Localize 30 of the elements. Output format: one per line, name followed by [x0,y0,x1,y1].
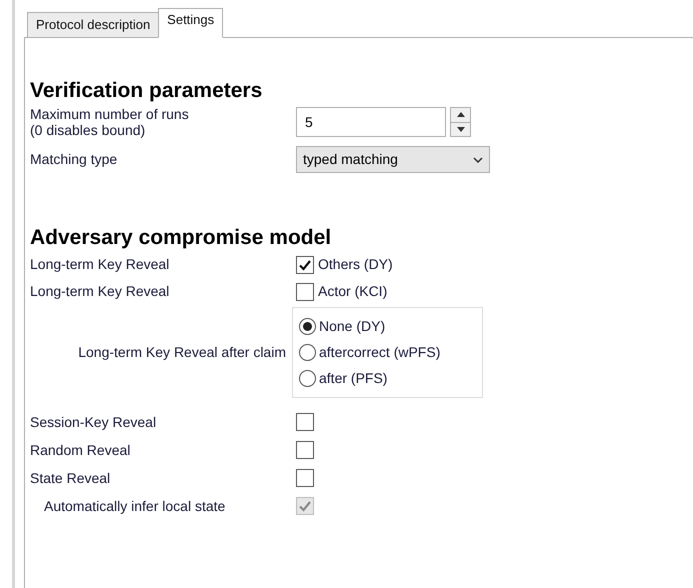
checkbox[interactable] [296,282,314,300]
field-label: Automatically infer local state [43,496,226,516]
radio-option[interactable]: None (DY) [299,316,476,337]
section-heading: Adversary compromise model [30,225,332,251]
field-label: Session-Key Reveal [30,412,158,432]
number-field[interactable]: 5 [296,107,446,137]
radio-button[interactable] [299,318,316,335]
field-label: Maximum number of runs (0 disables bound) [30,106,190,138]
field-label: Random Reveal [30,440,132,460]
field-label: Long-term Key Reveal after claim [77,343,287,362]
checkbox-option[interactable]: Others (DY) [296,254,393,275]
section-heading: Verification parameters [30,78,264,104]
checkbox[interactable] [296,469,314,487]
tab[interactable]: Settings [158,8,224,38]
checkbox-option[interactable]: Actor (KCI) [296,281,388,302]
radio-button[interactable] [299,344,316,361]
field-label: Long-term Key Reveal [30,255,170,274]
field-label: State Reveal [30,468,112,488]
radio-button[interactable] [299,370,316,387]
checkbox[interactable] [296,413,314,431]
radio-option[interactable]: after (PFS) [299,368,476,389]
field-label: Matching type [30,150,118,169]
chevron-down-icon [473,156,483,162]
radio-option[interactable]: aftercorrect (wPFS) [299,342,476,363]
field-label: Long-term Key Reveal [30,282,170,301]
checkbox[interactable] [296,256,314,274]
checkbox[interactable] [296,441,314,459]
tab[interactable]: Protocol description [27,12,160,38]
spin-buttons[interactable] [450,107,471,137]
dropdown[interactable]: typed matching [296,146,490,173]
